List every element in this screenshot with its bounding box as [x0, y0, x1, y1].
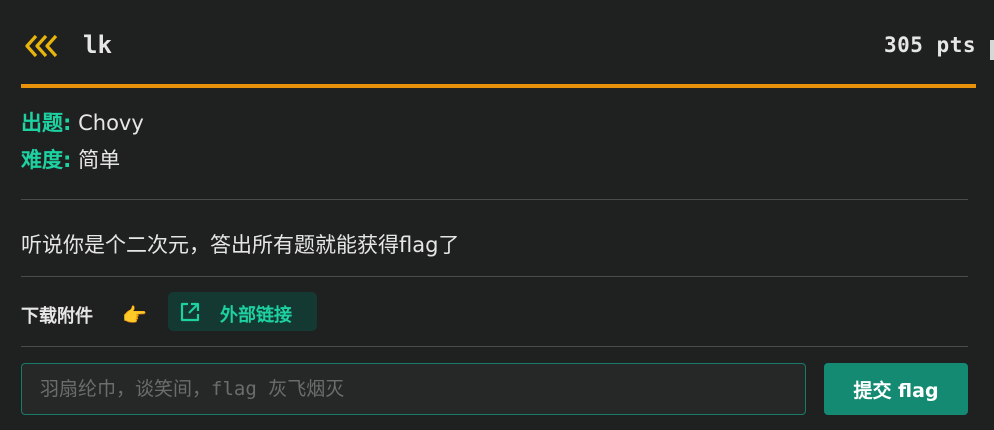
- challenge-points: 305 pts: [883, 33, 976, 57]
- divider: [21, 276, 968, 277]
- external-link-button[interactable]: 外部链接: [168, 292, 317, 331]
- external-link-icon: [180, 302, 200, 322]
- difficulty-value: 简单: [78, 148, 121, 172]
- difficulty-row: 难度: 简单: [21, 144, 120, 174]
- challenge-description: 听说你是个二次元，答出所有题就能获得flag了: [21, 233, 460, 257]
- submit-flag-button[interactable]: 提交 flag: [824, 363, 968, 415]
- author-label: 出题:: [21, 111, 72, 135]
- pointing-hand-icon: 👉: [122, 303, 147, 327]
- difficulty-label: 难度:: [21, 148, 72, 172]
- author-value: Chovy: [78, 111, 144, 135]
- flag-input[interactable]: [21, 363, 806, 415]
- external-link-label: 外部链接: [220, 305, 292, 326]
- challenge-card: lk 305 pts 出题: Chovy 难度: 简单 听说你是个二次元，答出所…: [0, 0, 994, 430]
- divider: [21, 199, 968, 200]
- triple-chevron-left-icon[interactable]: [24, 32, 60, 60]
- scroll-edge: [990, 40, 994, 60]
- attachment-label: 下载附件: [21, 306, 93, 327]
- author-row: 出题: Chovy: [21, 107, 144, 137]
- divider: [21, 346, 968, 347]
- challenge-title: lk: [83, 31, 112, 59]
- challenge-header: lk 305 pts: [21, 22, 976, 88]
